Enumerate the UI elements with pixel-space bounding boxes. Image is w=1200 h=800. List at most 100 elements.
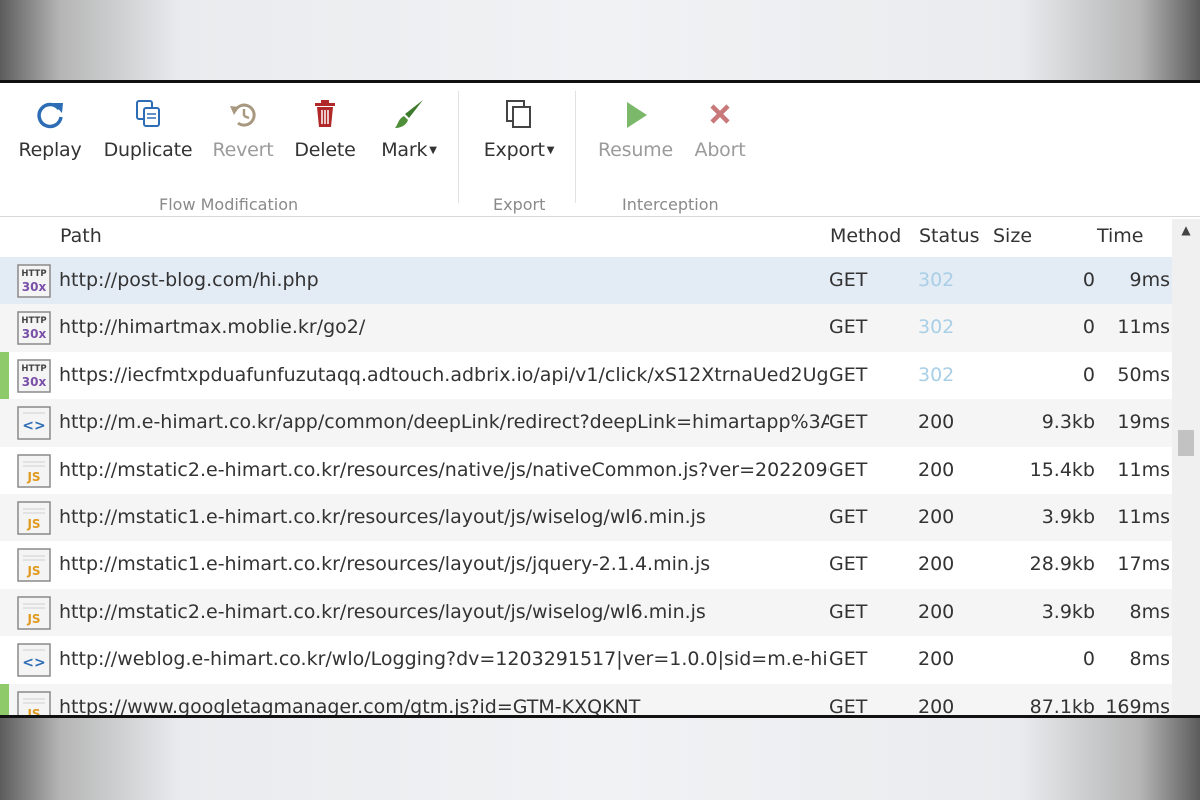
cell-method: GET <box>829 600 868 623</box>
column-header-time[interactable]: Time <box>1097 225 1144 247</box>
table-row[interactable]: <> http://m.e-himart.co.kr/app/common/dee… <box>0 399 1172 447</box>
duplicate-icon <box>136 100 160 127</box>
icon-label-30x: 30x <box>22 327 47 341</box>
resume-button[interactable]: Resume <box>598 97 673 167</box>
icon-label-js: JS <box>26 707 40 718</box>
row-marker <box>0 683 9 715</box>
cell-time: 19ms <box>1117 411 1170 434</box>
row-marker <box>0 399 9 446</box>
scroll-up-arrow-icon[interactable]: ▲ <box>1172 223 1200 243</box>
vertical-scrollbar[interactable]: ▲ <box>1172 219 1200 715</box>
cell-status: 200 <box>918 648 955 671</box>
group-label-flow-modification: Flow Modification <box>159 195 299 214</box>
cell-status: 200 <box>918 411 955 434</box>
group-divider <box>458 91 459 203</box>
table-row[interactable]: HTTP 30x https://iecfmtxpduafunfuzutaqq.ad… <box>0 351 1172 400</box>
cell-size: 9.3kb <box>1041 411 1095 434</box>
delete-button[interactable]: Delete <box>294 97 356 167</box>
cell-method: GET <box>829 458 868 481</box>
cell-time: 11ms <box>1117 316 1170 339</box>
row-marker <box>0 541 9 588</box>
icon-label-http: HTTP <box>21 364 46 374</box>
cell-path: http://m.e-himart.co.kr/app/common/deepL… <box>59 411 829 434</box>
group-label-export: Export <box>493 195 546 214</box>
replay-button[interactable]: Replay <box>18 97 82 167</box>
table-row[interactable]: JS https://www.googletagmanager.com/gtm.j… <box>0 683 1172 718</box>
column-header-method[interactable]: Method <box>830 225 901 247</box>
chevron-down-icon: ▼ <box>429 145 437 156</box>
cell-path: http://mstatic1.e-himart.co.kr/resources… <box>59 553 711 576</box>
export-label: Export <box>483 139 545 161</box>
cell-method: GET <box>829 363 868 386</box>
cell-path: http://mstatic2.e-himart.co.kr/resources… <box>59 600 706 623</box>
background-top <box>0 0 1200 80</box>
grid-header: Path Method Status Size Time <box>0 219 1172 257</box>
cell-status: 302 <box>918 269 955 291</box>
cell-path: http://post-blog.com/hi.php <box>59 269 319 291</box>
cell-size: 0 <box>1082 363 1095 386</box>
cell-size: 3.9kb <box>1041 600 1095 623</box>
icon-label-js: JS <box>26 517 40 531</box>
row-marker <box>0 589 9 636</box>
chevron-down-icon: ▼ <box>546 145 555 156</box>
html-file-icon: <> <box>17 406 51 440</box>
table-row[interactable]: JS http://mstatic1.e-himart.co.kr/resourc… <box>0 493 1172 542</box>
icon-label-30x: 30x <box>22 280 47 294</box>
icon-label-html: <> <box>22 418 45 434</box>
table-row[interactable]: HTTP 30x http://himartmax.moblie.kr/go2/GE… <box>0 304 1172 352</box>
cell-method: GET <box>829 269 868 291</box>
abort-button[interactable]: Abort <box>692 97 748 167</box>
row-marker <box>0 351 9 400</box>
cell-status: 200 <box>918 505 955 528</box>
cell-time: 9ms <box>1129 269 1171 291</box>
cell-time: 17ms <box>1117 553 1170 576</box>
http-redirect-icon: HTTP30x <box>17 311 51 346</box>
table-row[interactable]: HTTP 30x http://post-blog.com/hi.php GET 302… <box>0 257 1172 305</box>
icon-label-js: JS <box>26 470 40 484</box>
cell-size: 87.1kb <box>1029 695 1095 718</box>
brush-icon <box>395 100 423 128</box>
cell-status: 302 <box>918 363 955 386</box>
cell-status: 200 <box>918 458 955 481</box>
cell-path: http://weblog.e-himart.co.kr/wlo/Logging… <box>59 648 829 671</box>
cell-method: GET <box>829 316 868 339</box>
cell-path: https://www.googletagmanager.com/gtm.js?… <box>59 695 641 718</box>
icon-label-http: HTTP <box>21 269 46 279</box>
table-row[interactable]: JS http://mstatic2.e-himart.co.kr/resourc… <box>0 588 1172 637</box>
scrollbar-thumb[interactable] <box>1178 430 1194 456</box>
column-header-status[interactable]: Status <box>919 225 980 247</box>
revert-icon <box>230 103 256 127</box>
cell-status: 302 <box>918 316 955 339</box>
play-icon <box>627 102 647 128</box>
revert-button[interactable]: Revert <box>212 97 274 167</box>
group-label-interception: Interception <box>622 195 719 214</box>
cell-size: 28.9kb <box>1029 553 1095 576</box>
row-marker <box>0 447 9 494</box>
column-header-path[interactable]: Path <box>60 225 102 247</box>
row-marker <box>0 304 9 351</box>
mark-label: Mark <box>381 139 428 161</box>
duplicate-button[interactable]: Duplicate <box>102 97 194 167</box>
mark-button[interactable]: Mark ▼ <box>376 97 442 167</box>
table-row[interactable]: JS http://mstatic1.e-himart.co.kr/resourc… <box>0 541 1172 588</box>
replay-icon <box>37 102 63 129</box>
cell-time: 11ms <box>1117 505 1170 528</box>
x-icon <box>710 104 730 124</box>
column-header-size[interactable]: Size <box>993 225 1032 247</box>
cell-time: 8ms <box>1129 648 1171 671</box>
icon-label-30x: 30x <box>22 375 47 389</box>
cell-size: 0 <box>1082 269 1095 291</box>
cell-size: 0 <box>1082 648 1095 671</box>
cell-path: http://himartmax.moblie.kr/go2/ <box>59 316 366 339</box>
background-bottom <box>0 718 1200 800</box>
cell-status: 200 <box>918 553 955 576</box>
export-button[interactable]: Export ▼ <box>480 97 558 167</box>
cell-size: 15.4kb <box>1029 458 1095 481</box>
cell-method: GET <box>829 648 868 671</box>
cell-time: 8ms <box>1129 600 1171 623</box>
copy-icon <box>506 100 531 128</box>
cell-time: 50ms <box>1117 363 1170 386</box>
table-row[interactable]: <> http://weblog.e-himart.co.kr/wlo/Loggi… <box>0 636 1172 683</box>
table-row[interactable]: JS http://mstatic2.e-himart.co.kr/resourc… <box>0 447 1172 494</box>
cell-status: 200 <box>918 600 955 623</box>
